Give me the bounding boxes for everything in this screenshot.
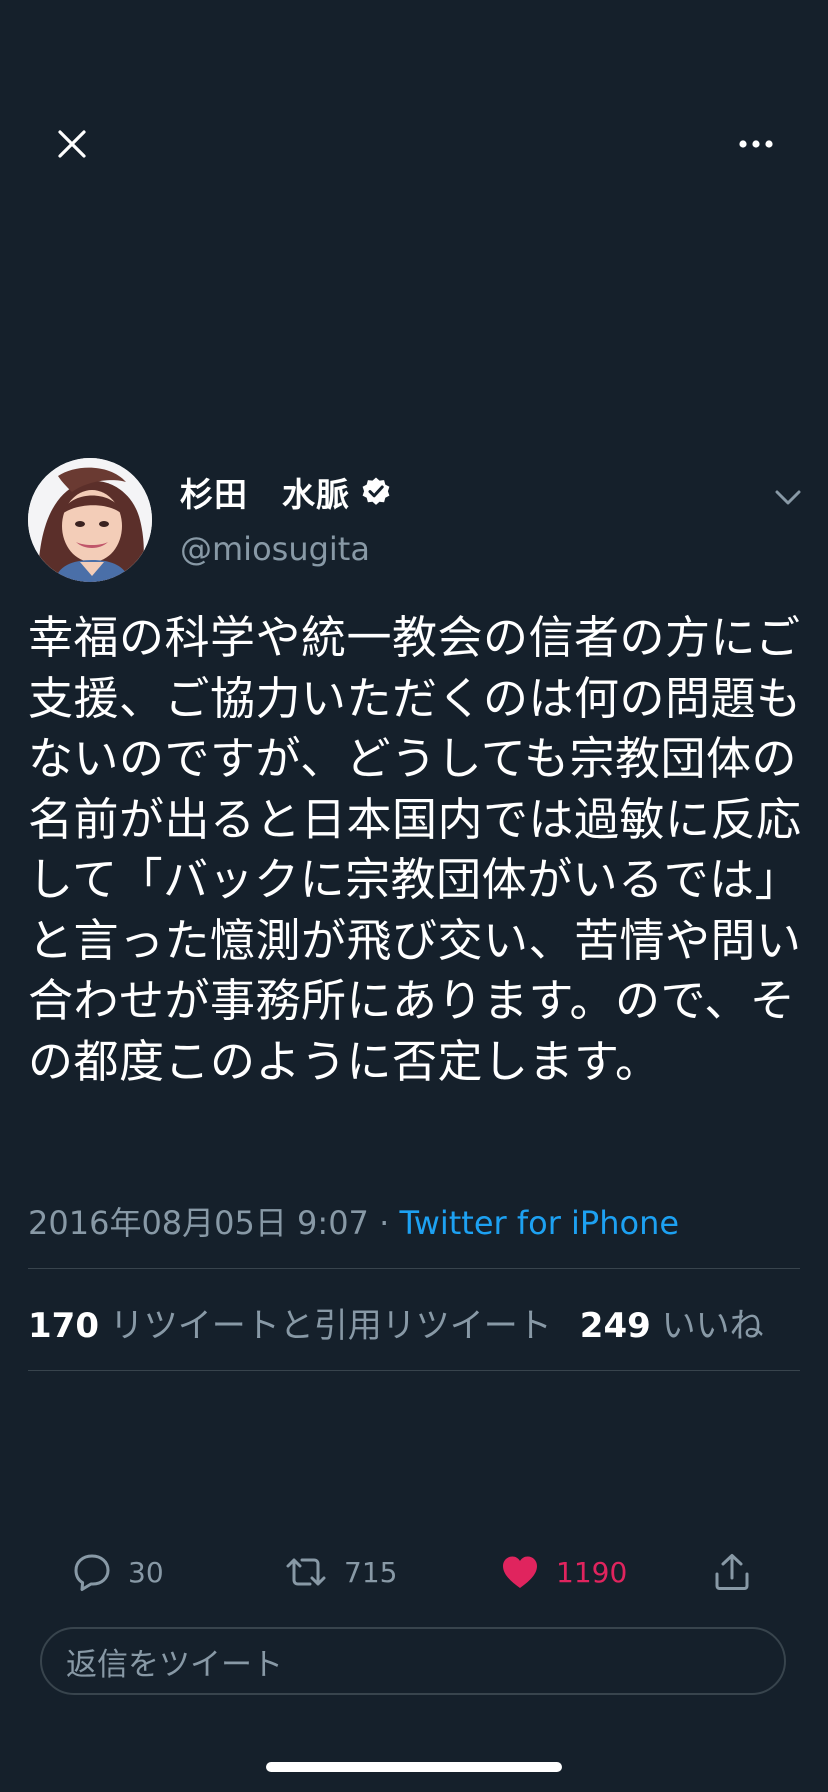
like-count: 1190 [556, 1555, 628, 1589]
reply-button[interactable]: 30 [72, 1540, 164, 1604]
close-button[interactable] [48, 120, 96, 168]
share-button[interactable] [712, 1540, 768, 1604]
chevron-down-icon [775, 490, 801, 505]
retweets-label: リツイートと引用リツイート [109, 1306, 552, 1346]
tweet-stats: 170 リツイートと引用リツイート 249 いいね [28, 1298, 764, 1347]
reply-tweet-input[interactable]: 返信をツイート [40, 1627, 786, 1695]
retweets-stat[interactable]: 170 リツイートと引用リツイート [28, 1306, 552, 1346]
tweet-source-link[interactable]: Twitter for iPhone [399, 1204, 679, 1242]
tweet-menu-caret[interactable] [768, 478, 808, 518]
tweet-actions: 30 715 1190 [0, 1540, 828, 1604]
likes-stat[interactable]: 249 いいね [580, 1306, 764, 1346]
avatar[interactable] [28, 458, 152, 582]
likes-label: いいね [661, 1306, 764, 1346]
meta-separator: · [368, 1204, 400, 1242]
tweet-author: 杉田 水脈 @miosugita [28, 458, 801, 584]
retweet-button[interactable]: 715 [284, 1540, 397, 1604]
tweet-text: 幸福の科学や統一教会の信者の方にご支援、ご協力いただくのは何の問題もないのですが… [28, 611, 802, 1088]
more-options-button[interactable] [732, 120, 780, 168]
divider [28, 1370, 800, 1371]
user-handle[interactable]: @miosugita [180, 530, 370, 568]
verified-badge-icon [362, 477, 390, 505]
more-horizontal-icon [739, 140, 773, 148]
retweet-count: 715 [344, 1555, 398, 1589]
tweet-meta: 2016年08月05日 9:07 · Twitter for iPhone [28, 1198, 679, 1244]
close-icon [58, 130, 86, 158]
retweet-icon [286, 1558, 326, 1586]
likes-count: 249 [579, 1306, 651, 1346]
reply-count: 30 [128, 1555, 164, 1589]
like-button[interactable]: 1190 [500, 1540, 627, 1604]
tweet-timestamp[interactable]: 2016年08月05日 9:07 [28, 1204, 369, 1242]
display-name[interactable]: 杉田 水脈 [180, 468, 350, 516]
divider [28, 1268, 800, 1269]
heart-icon [503, 1556, 537, 1588]
retweets-count: 170 [28, 1306, 99, 1346]
home-indicator[interactable] [266, 1762, 562, 1772]
top-bar [0, 100, 828, 180]
share-icon [715, 1554, 749, 1590]
reply-icon [74, 1554, 110, 1591]
reply-placeholder: 返信をツイート [66, 1646, 283, 1683]
